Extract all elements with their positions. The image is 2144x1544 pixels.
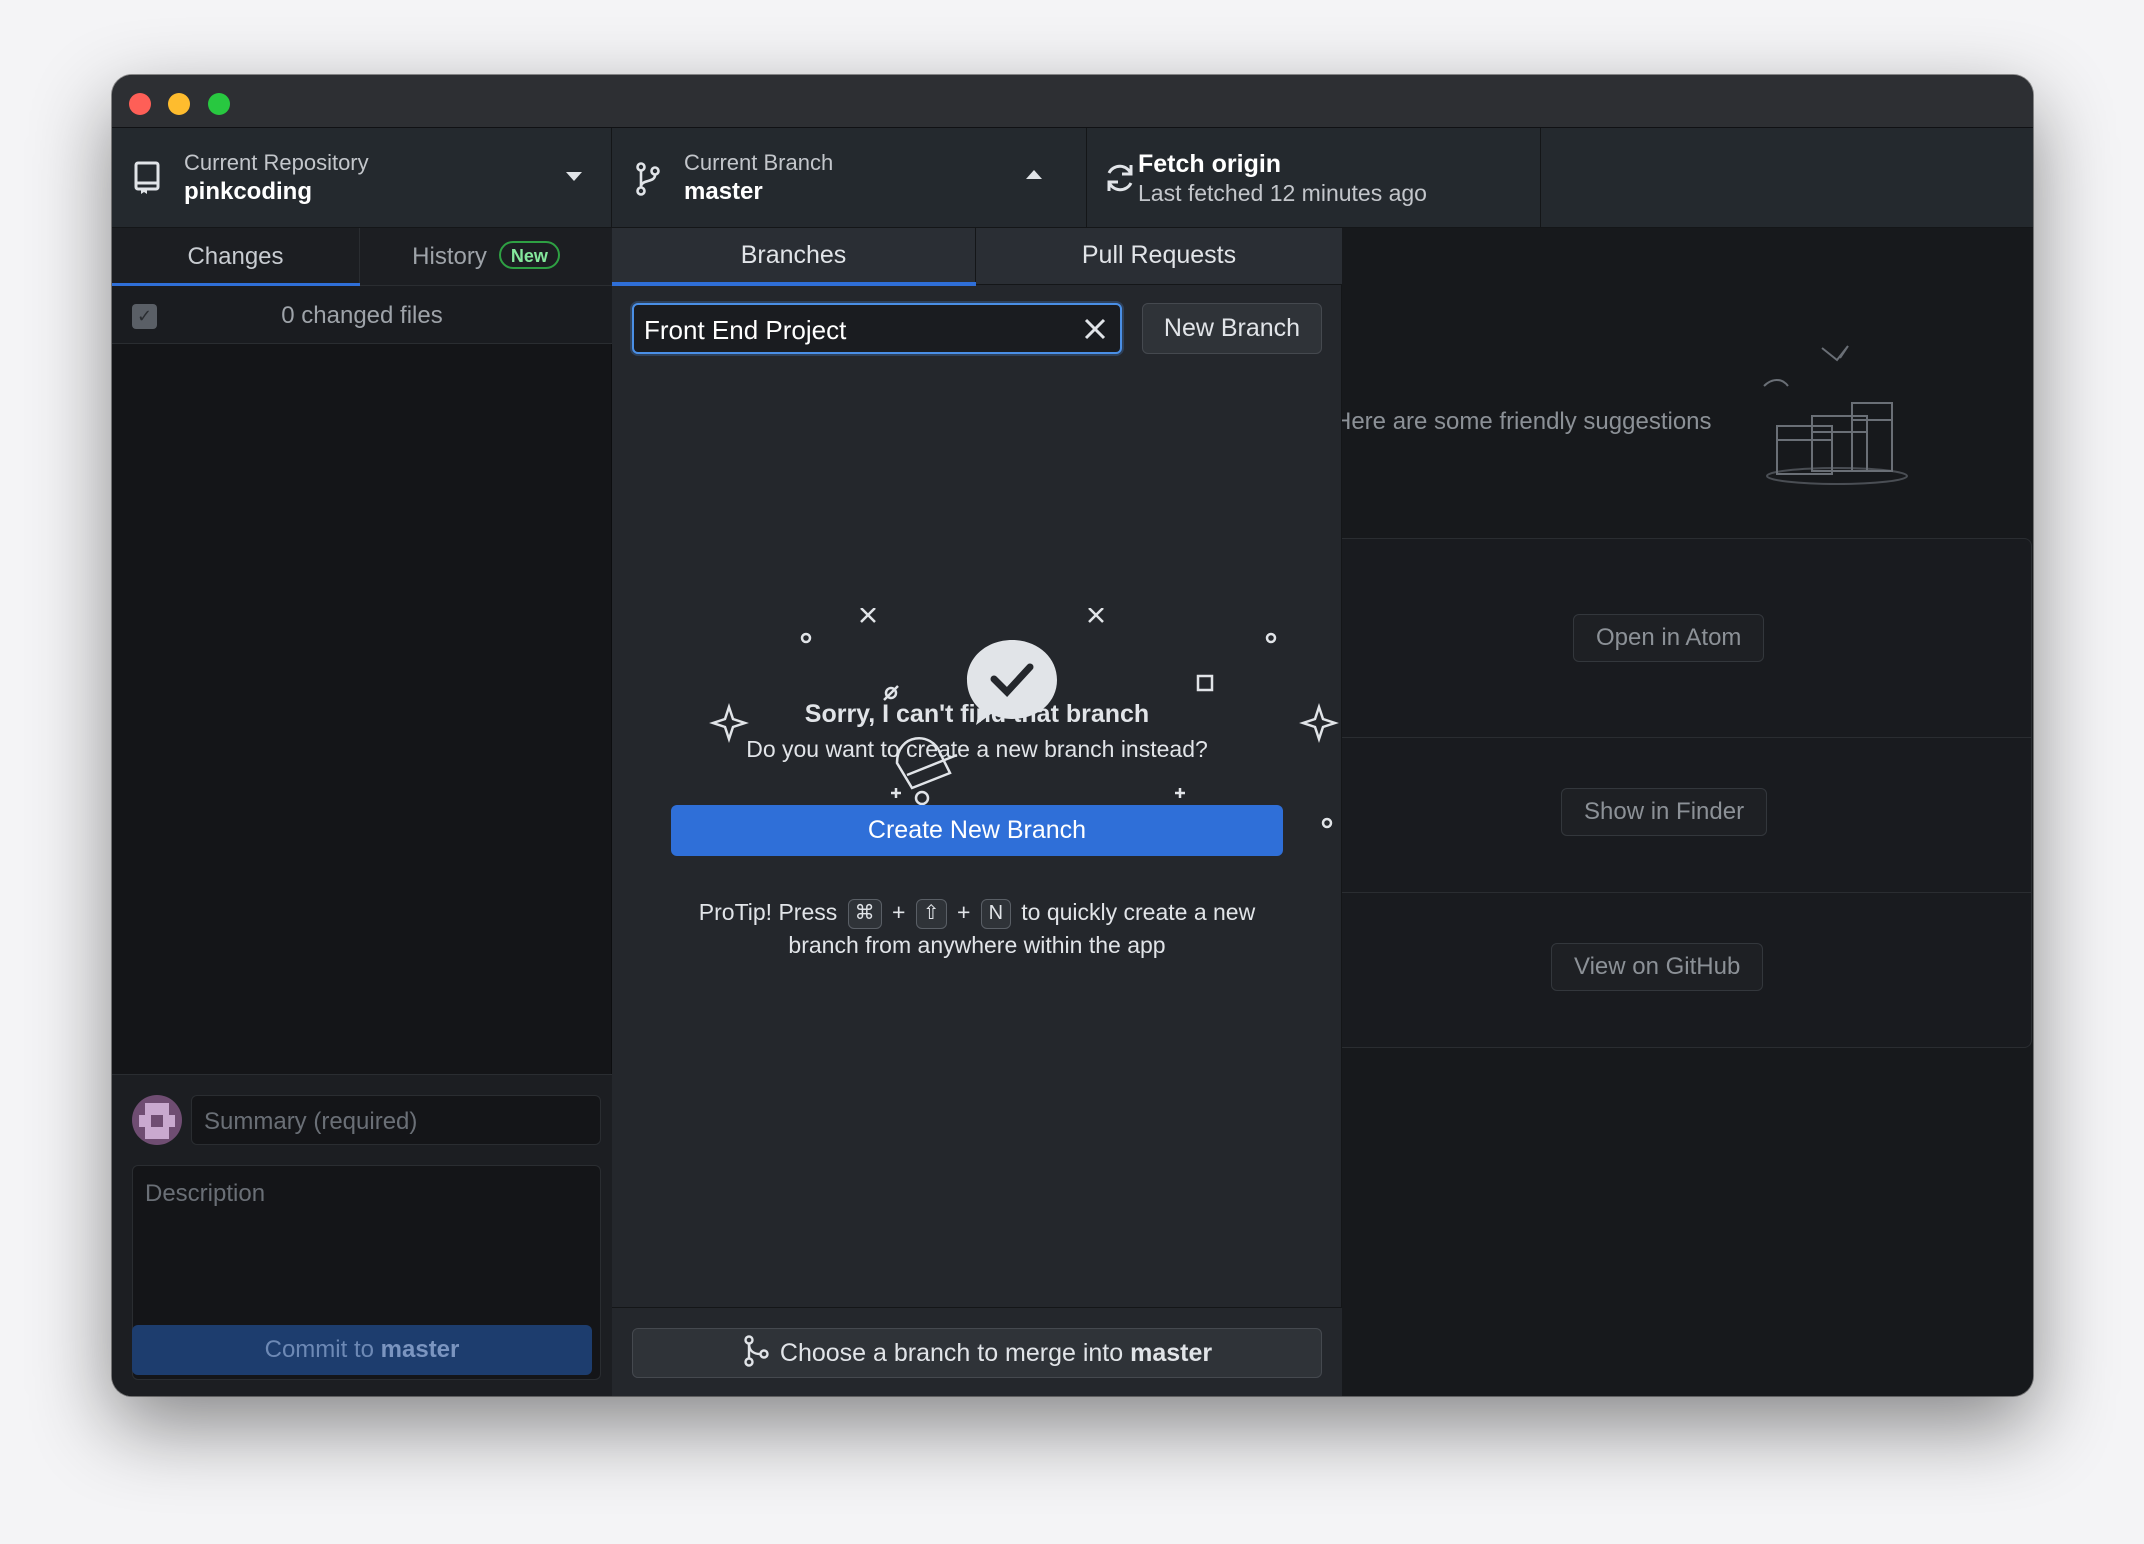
sidebar-tabs: Changes History New: [112, 228, 612, 287]
empty-state-title: Sorry, I can't find that branch: [804, 700, 1150, 728]
minimize-window-button[interactable]: [168, 93, 190, 115]
merge-icon: [744, 1335, 769, 1367]
plus-sign: +: [957, 899, 971, 925]
zoom-window-button[interactable]: [208, 93, 230, 115]
show-in-finder-button[interactable]: Show in Finder: [1561, 788, 1768, 836]
chevron-down-icon: [566, 172, 582, 181]
branch-label: Current Branch: [684, 150, 834, 175]
summary-input[interactable]: Summary (required): [191, 1095, 601, 1145]
protip-suffix: to quickly create a new: [1021, 899, 1256, 925]
repo-label: Current Repository: [184, 150, 369, 175]
dropdown-tabs: Branches Pull Requests: [612, 228, 1342, 286]
new-branch-button[interactable]: New Branch: [1142, 303, 1322, 354]
command-key: ⌘: [847, 899, 882, 929]
current-branch-selector[interactable]: Current Branch master: [612, 128, 1087, 228]
suggestion-card-finder: Show in Finder: [1232, 738, 2032, 893]
branch-name: master: [684, 178, 763, 205]
tab-history[interactable]: History New: [360, 228, 612, 286]
toolbar: Current Repository pinkcoding Current Br…: [112, 128, 2033, 228]
tab-changes-label: Changes: [187, 243, 284, 270]
n-key: N: [980, 899, 1011, 929]
branch-filter-input[interactable]: Front End Project: [632, 303, 1122, 354]
commit-button[interactable]: Commit to master: [132, 1325, 592, 1375]
chevron-up-icon: [1026, 170, 1042, 179]
boxes-illustration-icon: [1763, 345, 1908, 485]
sidebar: Changes History New ✓ 0 changed files Sum…: [112, 228, 612, 1396]
merge-prefix: Choose a branch to merge into: [779, 1339, 1124, 1367]
sync-icon: [1107, 164, 1133, 192]
tab-changes[interactable]: Changes: [112, 228, 360, 287]
protip-text: ProTip! Press ⌘ + ⇧ + N to quickly creat…: [612, 896, 1342, 961]
last-fetched-text: Last fetched 12 minutes ago: [1138, 180, 1427, 206]
open-in-editor-button[interactable]: Open in Atom: [1573, 614, 1765, 662]
description-placeholder: Description: [145, 1180, 266, 1207]
avatar: [132, 1095, 182, 1145]
branch-icon: [636, 162, 660, 196]
repo-name: pinkcoding: [184, 178, 312, 205]
merge-bar: Choose a branch to merge into master: [612, 1307, 1342, 1396]
create-new-branch-button[interactable]: Create New Branch: [671, 805, 1283, 856]
tab-pull-requests[interactable]: Pull Requests: [976, 228, 1342, 285]
empty-state-subtitle: Do you want to create a new branch inste…: [746, 736, 1208, 762]
view-on-github-button[interactable]: View on GitHub: [1551, 943, 1764, 991]
protip-prefix: ProTip! Press: [698, 899, 838, 925]
repo-icon: [134, 161, 160, 194]
close-window-button[interactable]: [129, 93, 151, 115]
commit-branch: master: [380, 1336, 460, 1363]
protip-line2: branch from anywhere within the app: [788, 932, 1166, 958]
plus-sign: +: [892, 899, 906, 925]
current-repository-selector[interactable]: Current Repository pinkcoding: [112, 128, 612, 228]
commit-prefix: Commit to: [264, 1336, 374, 1363]
shift-key: ⇧: [915, 899, 947, 929]
title-bar: [112, 75, 2033, 128]
merge-branch-name: master: [1130, 1339, 1213, 1367]
fetch-title: Fetch origin: [1138, 150, 1282, 178]
app-window: Current Repository pinkcoding Current Br…: [112, 75, 2033, 1396]
suggestions-text: Here are some friendly suggestions: [1334, 408, 1712, 435]
changed-files-header: ✓ 0 changed files: [112, 286, 612, 344]
branch-dropdown: Branches Pull Requests Front End Project…: [612, 228, 1342, 1396]
branch-filter-value: Front End Project: [644, 315, 847, 345]
suggestion-card-editor: Open in Atom: [1232, 538, 2032, 738]
new-badge: New: [498, 241, 560, 269]
merge-branch-button[interactable]: Choose a branch to merge into master: [632, 1328, 1322, 1378]
tab-branches[interactable]: Branches: [612, 228, 976, 286]
fetch-origin-button[interactable]: Fetch origin Last fetched 12 minutes ago: [1087, 128, 1541, 228]
tab-history-label: History: [412, 243, 487, 270]
clear-icon[interactable]: [1082, 316, 1108, 342]
suggestion-card-github: View on GitHub: [1232, 893, 2032, 1048]
changed-files-count: 0 changed files: [281, 302, 443, 329]
